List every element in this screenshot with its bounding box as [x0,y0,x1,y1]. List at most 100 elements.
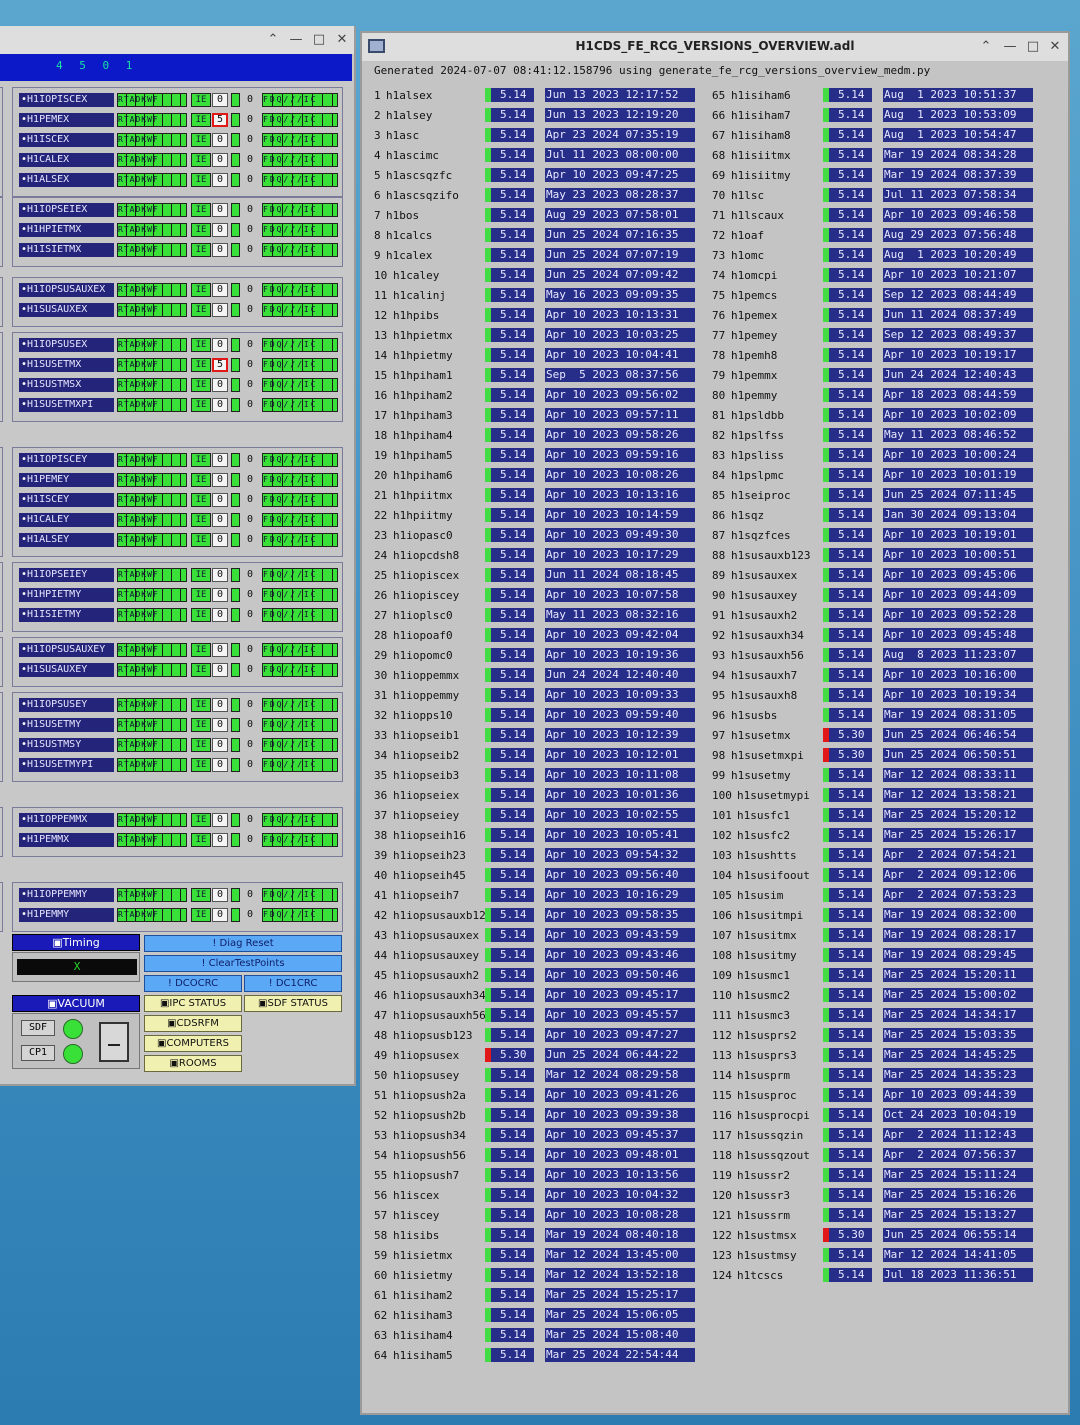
rcg-version: 5.30 [823,1228,872,1242]
model-name-button[interactable]: •H1CALEX [19,153,114,167]
model-index: 70 [712,189,726,202]
model-name-button[interactable]: •H1SUSTMSY [19,738,114,752]
chevron-up-icon[interactable]: ⌃ [265,32,281,47]
model-name-button[interactable]: •H1IOPISCEY [19,453,114,467]
model-name-button[interactable]: •H1PEMEY [19,473,114,487]
model-name-button[interactable]: •H1ISIETMY [19,608,114,622]
cdsrfm-button[interactable]: ▣CDSRFM [144,1015,242,1032]
minimize-icon[interactable]: — [288,32,304,47]
model-name: H1HPIETMX [27,224,82,235]
model-name: h1sqz [731,509,765,522]
rcg-version: 5.14 [823,828,872,842]
build-timestamp: Apr 10 2023 09:47:25 [545,168,695,182]
model-index: 64 [374,1349,388,1362]
rt-lamps: FDQ///IC [262,283,338,297]
rcg-version: 5.14 [823,108,872,122]
model-name-button[interactable]: •H1ALSEX [19,173,114,187]
build-timestamp: Mar 25 2024 15:08:40 [545,1328,695,1342]
rooms-button[interactable]: ▣ROOMS [144,1055,242,1072]
build-timestamp: Jul 18 2023 11:36:51 [883,1268,1033,1282]
close-icon[interactable]: ✕ [1047,39,1063,54]
model-name-button[interactable]: •H1ISCEX [19,133,114,147]
dcocrc-button[interactable]: ! DCOCRC [144,975,242,992]
model-index: 71 [712,209,726,222]
model-name-button[interactable]: •H1PEMMX [19,833,114,847]
model-index: 14 [374,349,388,362]
rcg-version: 5.14 [823,1048,872,1062]
model-name-button[interactable]: •H1ALSEY [19,533,114,547]
chevron-up-icon[interactable]: ⌃ [978,39,994,54]
model-name: h1alsex [386,89,433,102]
model-name-button[interactable]: •H1SUSTMSX [19,378,114,392]
model-name: h1sussrm [737,1209,790,1222]
model-name-button[interactable]: •H1IOPSEIEX [19,203,114,217]
minimize-icon[interactable]: — [1002,39,1018,54]
model-name-button[interactable]: •H1SUSETMXPI [19,398,114,412]
close-icon[interactable]: ✕ [334,32,350,47]
model-name-button[interactable]: •H1IOPPEMMX [19,813,114,827]
model-index: 13 [374,329,388,342]
status-lamp [231,113,240,127]
model-name-button[interactable]: •H1SUSAUXEX [19,303,114,317]
sdf-button[interactable]: SDF [21,1020,55,1036]
build-timestamp: Apr 10 2023 10:01:36 [545,788,695,802]
build-timestamp: Apr 10 2023 09:54:32 [545,848,695,862]
clear-test-points-button[interactable]: ! ClearTestPoints [144,955,342,972]
model-name-button[interactable]: •H1PEMMY [19,908,114,922]
build-timestamp: Mar 25 2024 14:35:23 [883,1068,1033,1082]
error-count: 0 [212,698,228,712]
model-name-button[interactable]: •H1IOPPEMMY [19,888,114,902]
error-count: 0 [212,153,228,167]
model-name-button[interactable]: •H1IOPSUSAUXEY [19,643,114,657]
model-name-button[interactable]: •H1SUSETMYPI [19,758,114,772]
model-name: H1SUSETMX [27,359,82,370]
sdf-status-button[interactable]: ▣SDF STATUS [244,995,342,1012]
timing-button[interactable]: ▣Timing [12,934,140,951]
rcg-version: 5.14 [485,1308,534,1322]
rcg-version: 5.14 [823,988,872,1002]
model-name-button[interactable]: •H1SUSETMY [19,718,114,732]
rcg-version: 5.14 [823,688,872,702]
model-name-button[interactable]: •H1SUSAUXEY [19,663,114,677]
status-lamp [231,338,240,352]
rcg-version: 5.14 [485,348,534,362]
model-name: h1hpiitmy [393,509,453,522]
model-name-button[interactable]: •H1IOPSUSAUXEX [19,283,114,297]
model-name-button[interactable]: •H1IOPSUSEY [19,698,114,712]
model-name-button[interactable]: •H1IOPSEIEY [19,568,114,582]
vacuum-button[interactable]: ▣VACUUM [12,995,140,1012]
rcg-version: 5.14 [485,448,534,462]
build-timestamp: Sep 12 2023 08:44:49 [883,288,1033,302]
rcg-version: 5.14 [485,748,534,762]
rcg-version: 5.14 [485,388,534,402]
model-name-button[interactable]: •H1HPIETMX [19,223,114,237]
model-group: •H1IOPSUSEX RTADKWF IE 0 0 FDQ///IC •H1SUSETMX… [12,332,343,422]
state-lamps: RTADKWF [117,153,187,167]
model-name-button[interactable]: •H1ISIETMX [19,243,114,257]
model-name-button[interactable]: •H1HPIETMY [19,588,114,602]
maximize-icon[interactable]: □ [1025,39,1041,54]
model-index: 10 [374,269,388,282]
model-name: h1iopseiey [393,809,460,822]
model-name-button[interactable]: •H1IOPSUSEX [19,338,114,352]
state-lamps: RTADKWF [117,203,187,217]
state-lamps: RTADKWF [117,698,187,712]
model-name-button[interactable]: •H1ISCEY [19,493,114,507]
model-name-button[interactable]: •H1SUSETMX [19,358,114,372]
dc1crc-button[interactable]: ! DC1CRC [244,975,342,992]
model-index: 68 [712,149,726,162]
model-name-button[interactable]: •H1CALEY [19,513,114,527]
model-name-button[interactable]: •H1PEMEX [19,113,114,127]
model-index: 22 [374,509,388,522]
build-timestamp: Mar 25 2024 15:20:11 [883,968,1033,982]
model-name-button[interactable]: •H1IOPISCEX [19,93,114,107]
model-index: 26 [374,589,388,602]
diag-reset-button[interactable]: ! Diag Reset [144,935,342,952]
rt-lamps: FDQ///IC [262,398,338,412]
ipc-status-button[interactable]: ▣IPC STATUS [144,995,242,1012]
model-index: 104 [712,869,732,882]
maximize-icon[interactable]: □ [311,32,327,47]
computers-button[interactable]: ▣COMPUTERS [144,1035,242,1052]
cp1-button[interactable]: CP1 [21,1045,55,1061]
zero-value: 0 [246,174,254,185]
